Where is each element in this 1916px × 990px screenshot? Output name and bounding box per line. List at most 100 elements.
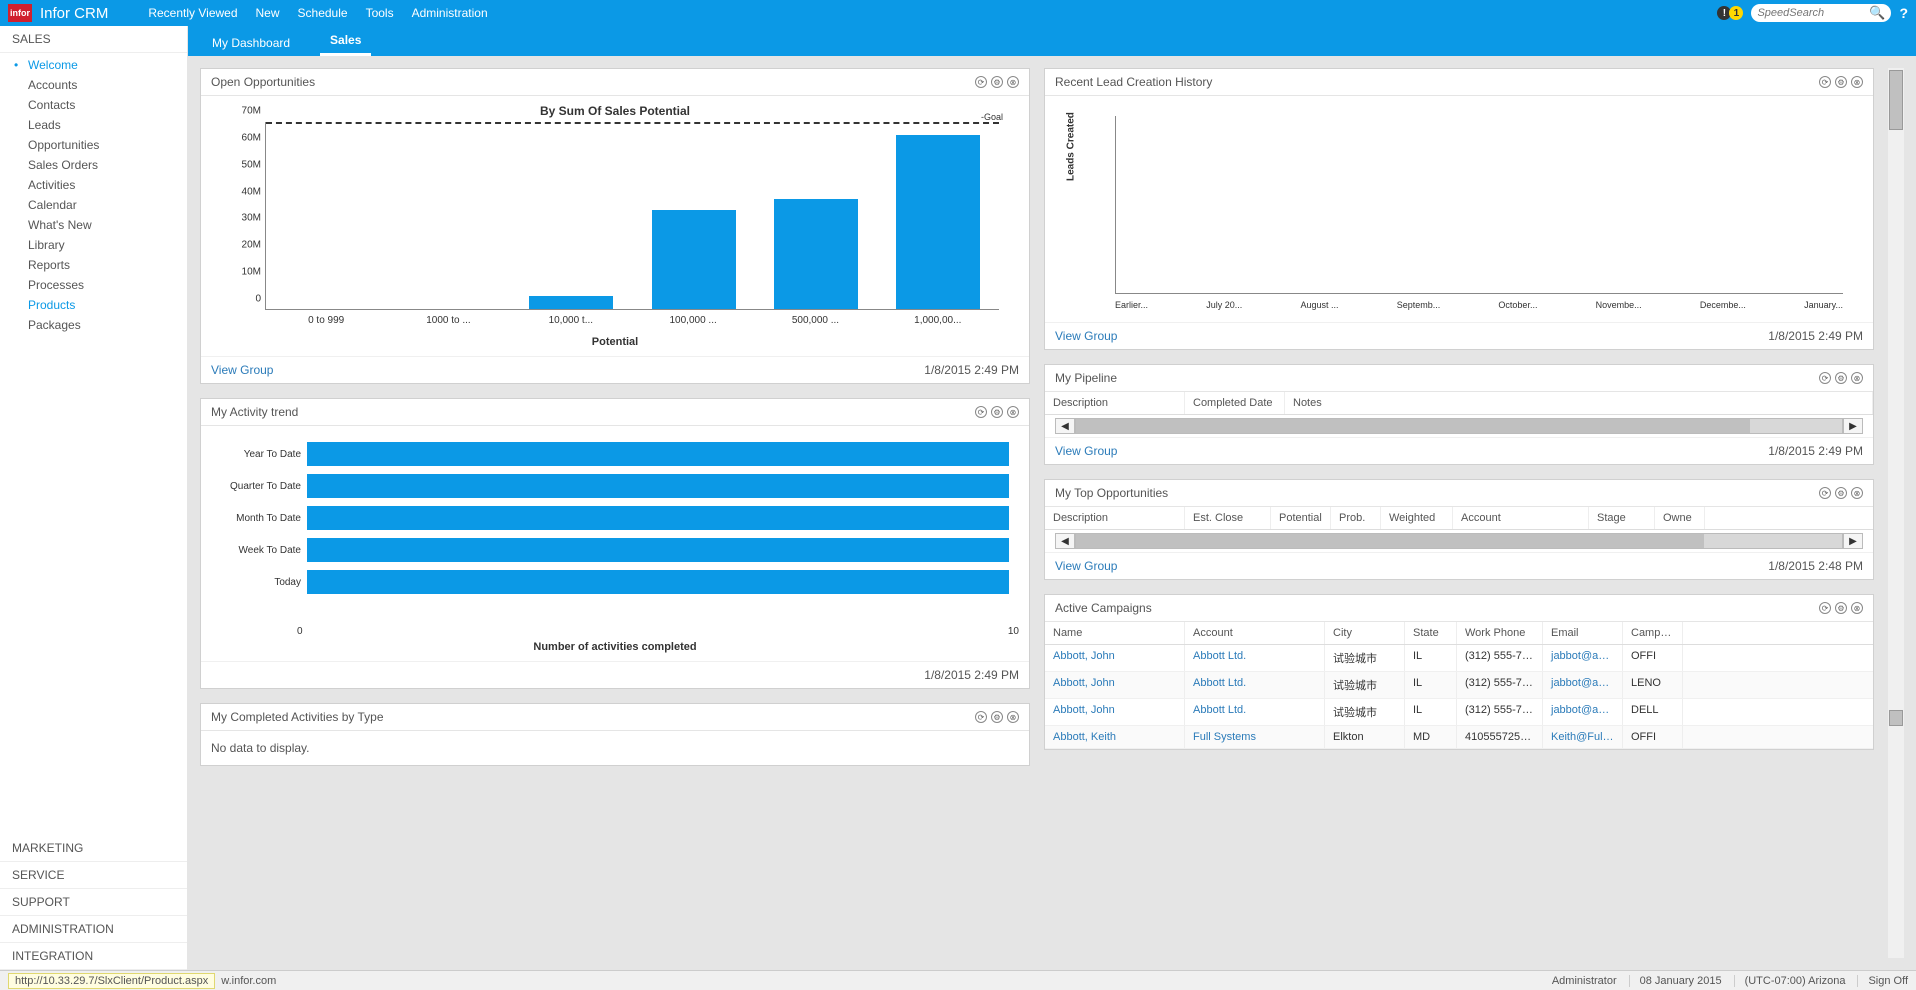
nav-section-integration[interactable]: INTEGRATION [0,943,187,970]
table-row[interactable]: Abbott, JohnAbbott Ltd.试验城市IL(312) 555-7… [1045,645,1873,672]
col-stage[interactable]: Stage [1589,507,1655,529]
scroll-right-icon[interactable]: ▶ [1843,533,1863,549]
help-icon[interactable]: ? [1899,5,1908,21]
nav-item-activities[interactable]: Activities [0,175,187,195]
nav-item-whats-new[interactable]: What's New [0,215,187,235]
nav-item-library[interactable]: Library [0,235,187,255]
col-account[interactable]: Account [1453,507,1589,529]
menu-administration[interactable]: Administration [412,6,488,20]
nav-section-marketing[interactable]: MARKETING [0,835,187,862]
menu-new[interactable]: New [256,6,280,20]
nav-section-support[interactable]: SUPPORT [0,889,187,916]
col-campaign[interactable]: Campaig [1623,622,1683,644]
col-prob[interactable]: Prob. [1331,507,1381,529]
view-group-link[interactable]: View Group [211,363,273,377]
nav-item-accounts[interactable]: Accounts [0,75,187,95]
col-phone[interactable]: Work Phone [1457,622,1543,644]
nav-section-sales[interactable]: SALES [0,26,187,53]
nav-section-administration[interactable]: ADMINISTRATION [0,916,187,943]
menu-tools[interactable]: Tools [366,6,394,20]
table-row[interactable]: Abbott, KeithFull SystemsElktonMD4105557… [1045,726,1873,749]
scroll-track[interactable] [1075,418,1843,434]
nav-item-contacts[interactable]: Contacts [0,95,187,115]
gear-icon[interactable]: ⚙ [991,406,1003,418]
col-state[interactable]: State [1405,622,1457,644]
nav-item-sales-orders[interactable]: Sales Orders [0,155,187,175]
nav-item-calendar[interactable]: Calendar [0,195,187,215]
nav-item-processes[interactable]: Processes [0,275,187,295]
col-est-close[interactable]: Est. Close [1185,507,1271,529]
scroll-left-icon[interactable]: ◀ [1055,533,1075,549]
search-input[interactable] [1757,7,1869,19]
nav-item-leads[interactable]: Leads [0,115,187,135]
close-icon[interactable]: ⊗ [1851,372,1863,384]
scroll-track[interactable] [1075,533,1843,549]
table-cell[interactable]: Abbott Ltd. [1185,699,1325,725]
col-name[interactable]: Name [1045,622,1185,644]
table-cell[interactable]: Abbott, John [1045,699,1185,725]
refresh-icon[interactable]: ⟳ [1819,372,1831,384]
nav-item-welcome[interactable]: Welcome [0,55,187,75]
gear-icon[interactable]: ⚙ [1835,602,1847,614]
refresh-icon[interactable]: ⟳ [1819,487,1831,499]
nav-section-service[interactable]: SERVICE [0,862,187,889]
col-email[interactable]: Email [1543,622,1623,644]
table-cell[interactable]: Abbott, Keith [1045,726,1185,748]
col-potential[interactable]: Potential [1271,507,1331,529]
nav-item-reports[interactable]: Reports [0,255,187,275]
scroll-right-icon[interactable]: ▶ [1843,418,1863,434]
table-cell[interactable]: jabbot@abbott.... [1543,699,1623,725]
gear-icon[interactable]: ⚙ [1835,372,1847,384]
nav-item-products[interactable]: Products [0,295,187,315]
close-icon[interactable]: ⊗ [1851,487,1863,499]
col-completed-date[interactable]: Completed Date [1185,392,1285,414]
menu-recently-viewed[interactable]: Recently Viewed [148,6,237,20]
refresh-icon[interactable]: ⟳ [975,406,987,418]
alerts-badge[interactable]: ! 1 [1717,6,1743,20]
gear-icon[interactable]: ⚙ [991,76,1003,88]
menu-schedule[interactable]: Schedule [298,6,348,20]
gear-icon[interactable]: ⚙ [1835,487,1847,499]
table-row[interactable]: Abbott, JohnAbbott Ltd.试验城市IL(312) 555-7… [1045,699,1873,726]
table-cell[interactable]: Abbott Ltd. [1185,645,1325,671]
col-owner[interactable]: Owne [1655,507,1705,529]
nav-item-opportunities[interactable]: Opportunities [0,135,187,155]
table-cell[interactable]: Keith@FullSyst... [1543,726,1623,748]
content-scrollbar[interactable] [1888,68,1904,958]
close-icon[interactable]: ⊗ [1007,711,1019,723]
table-cell[interactable]: Full Systems [1185,726,1325,748]
table-row[interactable]: Abbott, JohnAbbott Ltd.试验城市IL(312) 555-7… [1045,672,1873,699]
col-notes[interactable]: Notes [1285,392,1873,414]
col-account[interactable]: Account [1185,622,1325,644]
view-group-link[interactable]: View Group [1055,559,1117,573]
col-description[interactable]: Description [1045,392,1185,414]
tab-sales[interactable]: Sales [320,27,371,56]
refresh-icon[interactable]: ⟳ [975,76,987,88]
col-description[interactable]: Description [1045,507,1185,529]
close-icon[interactable]: ⊗ [1851,602,1863,614]
refresh-icon[interactable]: ⟳ [1819,602,1831,614]
view-group-link[interactable]: View Group [1055,329,1117,343]
tab-my-dashboard[interactable]: My Dashboard [202,30,300,56]
table-cell[interactable]: jabbot@abbott.... [1543,645,1623,671]
table-cell[interactable]: Abbott, John [1045,645,1185,671]
search-icon[interactable]: 🔍 [1869,5,1885,21]
refresh-icon[interactable]: ⟳ [975,711,987,723]
close-icon[interactable]: ⊗ [1851,76,1863,88]
status-url: http://10.33.29.7/SlxClient/Product.aspx [8,973,215,989]
col-city[interactable]: City [1325,622,1405,644]
table-cell[interactable]: jabbot@abbott.... [1543,672,1623,698]
gear-icon[interactable]: ⚙ [1835,76,1847,88]
search-box[interactable]: 🔍 [1751,4,1891,22]
sign-off-link[interactable]: Sign Off [1857,975,1908,987]
gear-icon[interactable]: ⚙ [991,711,1003,723]
nav-item-packages[interactable]: Packages [0,315,187,335]
table-cell[interactable]: Abbott Ltd. [1185,672,1325,698]
view-group-link[interactable]: View Group [1055,444,1117,458]
close-icon[interactable]: ⊗ [1007,406,1019,418]
refresh-icon[interactable]: ⟳ [1819,76,1831,88]
col-weighted[interactable]: Weighted [1381,507,1453,529]
close-icon[interactable]: ⊗ [1007,76,1019,88]
scroll-left-icon[interactable]: ◀ [1055,418,1075,434]
table-cell[interactable]: Abbott, John [1045,672,1185,698]
